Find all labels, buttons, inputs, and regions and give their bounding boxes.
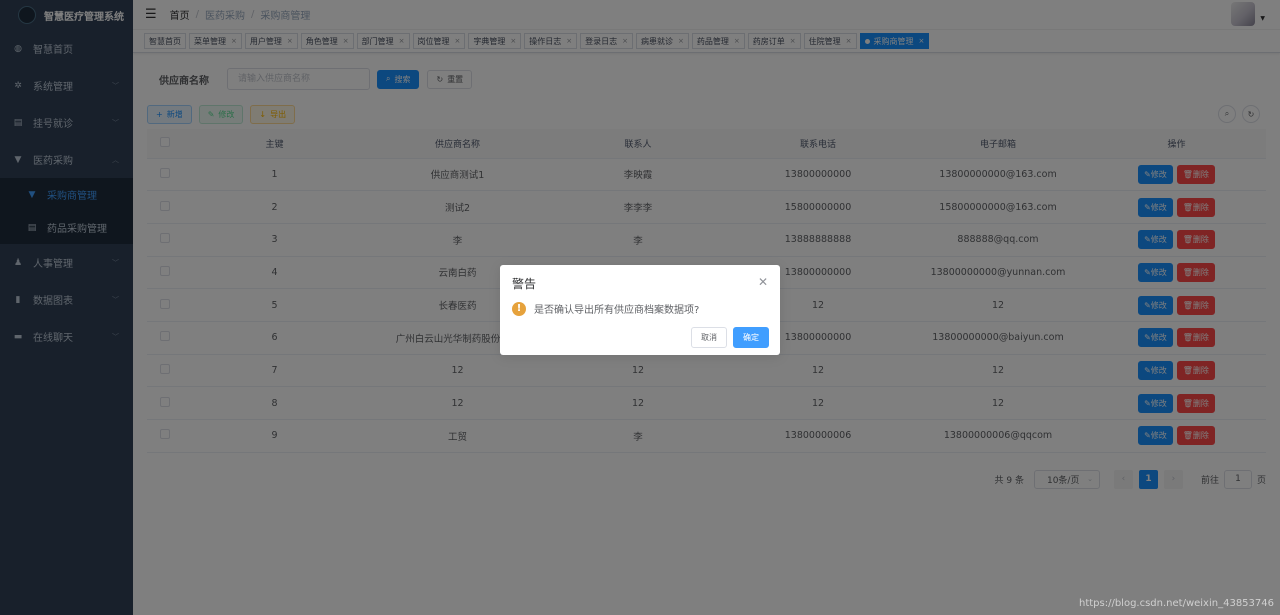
close-icon[interactable]: ✕ [758, 275, 768, 289]
dialog-title: 警告 [512, 277, 537, 291]
dialog-body: ! 是否确认导出所有供应商档案数据项? [512, 301, 699, 316]
watermark: https://blog.csdn.net/weixin_43853746 [1078, 598, 1274, 609]
warning-icon: ! [512, 301, 526, 316]
dialog-message: 是否确认导出所有供应商档案数据项? [534, 305, 700, 316]
confirm-button[interactable]: 确定 [733, 327, 769, 348]
confirm-dialog: 警告 ✕ ! 是否确认导出所有供应商档案数据项? 取消 确定 [500, 265, 780, 355]
dialog-buttons: 取消 确定 [691, 327, 769, 348]
cancel-button[interactable]: 取消 [691, 327, 727, 348]
